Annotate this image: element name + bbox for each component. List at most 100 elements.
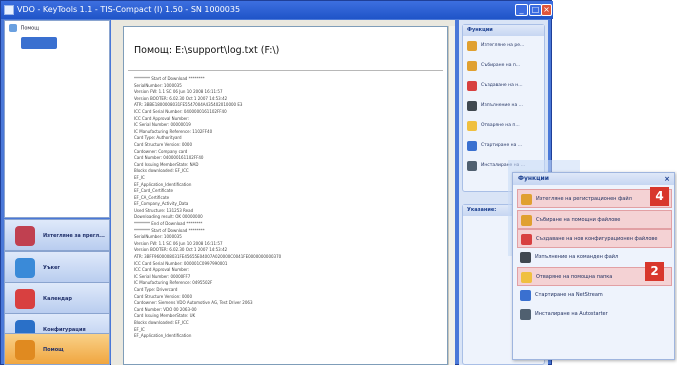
log-line: Version BOOTER: 6.02.30 Oct 1 2007 14:53… — [134, 247, 228, 253]
zoom-function-item-label: Изпълнение на команден файл — [535, 254, 619, 260]
help-icon — [15, 340, 35, 360]
log-line: ICC Card Serial Number: 0400000161102FF4… — [134, 108, 227, 114]
tree-pane: Помощ — [4, 20, 110, 218]
log-line: ATR: 3BFF9600008031FE45655E04007A020000C… — [134, 254, 282, 260]
zoom-function-item-label: Отваряне на помощна папка — [536, 274, 613, 280]
start-icon — [467, 141, 477, 151]
log-line: Card Issuing MemberState: NAD — [134, 161, 199, 167]
nav-button-3[interactable]: Календар — [4, 282, 110, 314]
function-item[interactable]: Отваряне на п... — [463, 116, 544, 136]
function-item[interactable]: Изтегляне на ре... — [463, 36, 544, 56]
function-item-label: Изтегляне на ре... — [481, 43, 525, 48]
zoom-panel-title: Функции — [518, 175, 549, 182]
zoom-function-item[interactable]: Събиране на помощни файлове — [517, 210, 672, 229]
log-line: IC Manufacturing Reference: 0495502F — [134, 280, 213, 286]
app-icon — [4, 5, 14, 15]
log-line: Card Type: Authorityard — [134, 135, 182, 141]
title-bar[interactable]: VDO - KeyTools 1.1 - TIS-Compact (I) 1.5… — [1, 1, 553, 19]
collect-icon — [467, 61, 477, 71]
execute-icon — [467, 101, 477, 111]
vertical-scrollbar[interactable] — [448, 26, 455, 365]
close-button[interactable]: × — [541, 4, 552, 16]
log-line: Used Structure: 131253 Read — [134, 207, 194, 213]
function-item-label: Отваряне на п... — [481, 123, 520, 128]
zoom-function-item[interactable]: Изтегляне на регистрационен файл — [517, 189, 672, 208]
nav-button-5[interactable]: Помощ — [4, 333, 110, 365]
log-line: Card Number: VDO 00 2063-00 — [134, 306, 197, 312]
function-item-label: Събиране на п... — [481, 63, 521, 68]
minimize-button[interactable]: _ — [515, 4, 528, 16]
window-title: VDO - KeyTools 1.1 - TIS-Compact (I) 1.5… — [17, 5, 241, 14]
nav-button-2[interactable]: Уъкеr — [4, 251, 110, 283]
log-line: Cardowner: Siemens VDO Automotive AG, Te… — [134, 300, 253, 306]
zoom-function-item-label: Стартиране на NetStream — [535, 292, 603, 298]
log-line: IC Serial Number: 00000019 — [134, 122, 191, 128]
document-heading: Помощ: E:\support\log.txt (F:\) — [134, 45, 280, 56]
log-line: EF_Application_Identification — [134, 181, 192, 187]
log-line: Card Type: Drivercard — [134, 287, 178, 292]
help-folder-icon — [9, 24, 17, 32]
log-line: Downloading result: OK 00000000 — [134, 214, 203, 220]
function-item[interactable]: Стартиране на ... — [463, 136, 544, 156]
log-line: SerialNumber: 1000035 — [134, 82, 182, 88]
log-text: ******** Start of Download ******** Seria… — [134, 76, 440, 340]
log-line: EF_IC — [134, 326, 145, 332]
start-icon — [520, 290, 531, 301]
log-line: EF_IC — [134, 174, 145, 180]
callout-badge-4: 4 — [650, 187, 669, 206]
log-line: EF_CA_Certificate — [134, 194, 170, 200]
execute-icon — [520, 252, 531, 263]
collect-icon — [521, 215, 532, 226]
tree-root-item[interactable]: Помощ — [9, 24, 39, 32]
document-view: Помощ: E:\support\log.txt (F:\) ********… — [123, 26, 448, 365]
log-line: ******** Start of Download ******** — [134, 76, 205, 81]
log-line: EF_Application_Identification — [134, 333, 192, 339]
download-icon — [15, 226, 35, 246]
zoom-panel-header: Функции × — [513, 173, 674, 185]
splitter[interactable] — [111, 20, 119, 365]
zoom-function-item[interactable]: Инсталиране на Autostarter — [517, 305, 672, 324]
nav-button-1[interactable]: Изтегляне за прегл... — [4, 219, 110, 251]
log-line: Card Structure Version: 0000 — [134, 293, 193, 299]
log-line: Card Number: 040000161102FF40 — [134, 155, 204, 161]
function-item[interactable]: Събиране на п... — [463, 56, 544, 76]
log-line: Cardowner: Company card — [134, 148, 188, 154]
user-icon — [15, 258, 35, 278]
tree-root-label: Помощ — [20, 25, 39, 32]
log-line: Version FW: 1.1 SC 06 Jun 10 2008 16:11:… — [134, 89, 223, 95]
screen-root: VDO - KeyTools 1.1 - TIS-Compact (I) 1.5… — [0, 0, 677, 365]
log-line: IC Manufacturing Reference: 1102FF40 — [134, 128, 213, 134]
log-line: ******** End of Download ******** — [134, 221, 203, 227]
callout-badge-2: 2 — [645, 262, 664, 281]
install-icon — [520, 309, 531, 320]
log-line: ICC Card Serial Number: 000001C099799000… — [134, 260, 228, 266]
zoom-close-icon[interactable]: × — [664, 173, 670, 185]
heading-divider — [128, 70, 443, 71]
function-item[interactable]: Изпълнение на ... — [463, 96, 544, 116]
folder-icon — [521, 272, 532, 283]
folder-icon — [467, 121, 477, 131]
zoom-function-item[interactable]: Създаване на нов конфигурационен файлове — [517, 229, 672, 248]
download-icon — [467, 41, 477, 51]
zoom-function-item-label: Изтегляне на регистрационен файл — [536, 196, 632, 202]
log-line: ******** Start of Download ******** — [134, 227, 205, 233]
log-line: ATR: 3BBE1800008031FE5547004A43540201000… — [134, 102, 243, 108]
log-line: IC Serial Number: 00000FF7 — [134, 273, 191, 279]
nav-button-label: Изтегляне за прегл... — [43, 233, 105, 239]
zoom-function-item-label: Събиране на помощни файлове — [536, 217, 621, 223]
log-line: Card Issuing MemberState: UK — [134, 313, 196, 319]
functions-panel-title[interactable]: Функции — [463, 25, 544, 36]
nav-button-label: Уъкеr — [43, 265, 60, 271]
nav-button-label: Помощ — [43, 347, 64, 353]
function-item[interactable]: Създаване на н... — [463, 76, 544, 96]
log-line: Blocks downloaded: EF_ICC — [134, 319, 189, 325]
tree-selected-item[interactable] — [21, 37, 57, 49]
create-icon — [467, 81, 477, 91]
content-panel: Помощ: E:\support\log.txt (F:\) ********… — [119, 20, 455, 365]
function-item-label: Изпълнение на ... — [481, 103, 523, 108]
log-line: ICC Card Approval Number: — [134, 267, 190, 273]
log-line: Card Structure Version: 0000 — [134, 141, 193, 147]
zoom-function-item[interactable]: Стартиране на NetStream — [517, 286, 672, 305]
download-icon — [521, 194, 532, 205]
log-line: EF_Card_Certificate — [134, 188, 173, 194]
